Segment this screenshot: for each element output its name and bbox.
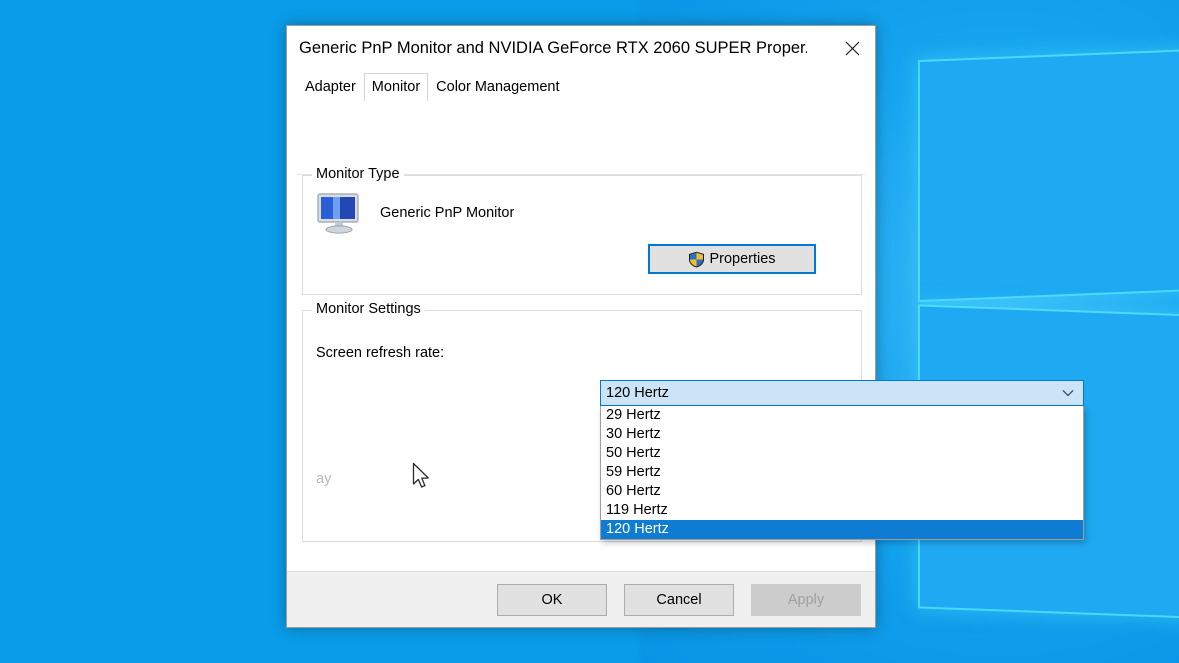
properties-button[interactable]: Properties (648, 244, 816, 274)
close-icon[interactable] (829, 26, 875, 70)
tabstrip: Adapter Monitor Color Management (297, 73, 865, 101)
tab-color-management[interactable]: Color Management (428, 74, 567, 100)
dropdown-option-60[interactable]: 60 Hertz (601, 482, 1083, 501)
obscured-label-fragment: ay (316, 471, 332, 487)
apply-button: Apply (751, 583, 861, 616)
dropdown-option-119[interactable]: 119 Hertz (601, 501, 1083, 520)
dialog-button-bar: OK Cancel Apply (287, 571, 875, 627)
monitor-row: Generic PnP Monitor (316, 192, 514, 234)
desktop: Generic PnP Monitor and NVIDIA GeForce R… (0, 0, 1179, 663)
monitor-icon (317, 193, 359, 234)
tab-adapter[interactable]: Adapter (297, 74, 364, 100)
uac-shield-icon (689, 251, 705, 267)
monitor-settings-legend: Monitor Settings (312, 301, 425, 317)
screen-refresh-rate-dropdown-list[interactable]: 29 Hertz 30 Hertz 50 Hertz 59 Hertz 60 H… (600, 406, 1084, 540)
dropdown-option-120[interactable]: 120 Hertz (601, 520, 1083, 539)
dropdown-option-50[interactable]: 50 Hertz (601, 444, 1083, 463)
monitor-properties-dialog: Generic PnP Monitor and NVIDIA GeForce R… (286, 25, 1084, 628)
chevron-down-icon[interactable] (1053, 389, 1083, 397)
monitor-type-group: Monitor Type Generic PnP Monitor Propert… (302, 166, 862, 295)
dialog-body: Adapter Monitor Color Management Monitor… (287, 70, 1084, 571)
screen-refresh-rate-label: Screen refresh rate: (316, 345, 445, 361)
windows-logo-pane-top-left (920, 49, 1179, 301)
dropdown-option-29[interactable]: 29 Hertz (601, 406, 1083, 425)
ok-button[interactable]: OK (497, 583, 607, 616)
dropdown-option-59[interactable]: 59 Hertz (601, 463, 1083, 482)
dialog-title: Generic PnP Monitor and NVIDIA GeForce R… (299, 38, 807, 57)
cancel-button[interactable]: Cancel (624, 583, 734, 616)
monitor-name: Generic PnP Monitor (380, 205, 515, 221)
tab-monitor[interactable]: Monitor (363, 73, 429, 101)
monitor-type-legend: Monitor Type (312, 166, 404, 182)
dropdown-option-30[interactable]: 30 Hertz (601, 425, 1083, 444)
dialog-titlebar: Generic PnP Monitor and NVIDIA GeForce R… (287, 26, 875, 70)
properties-button-label: Properties (709, 251, 776, 267)
screen-refresh-rate-value: 120 Hertz (606, 385, 669, 401)
screen-refresh-rate-combobox[interactable]: 120 Hertz (600, 380, 1084, 406)
